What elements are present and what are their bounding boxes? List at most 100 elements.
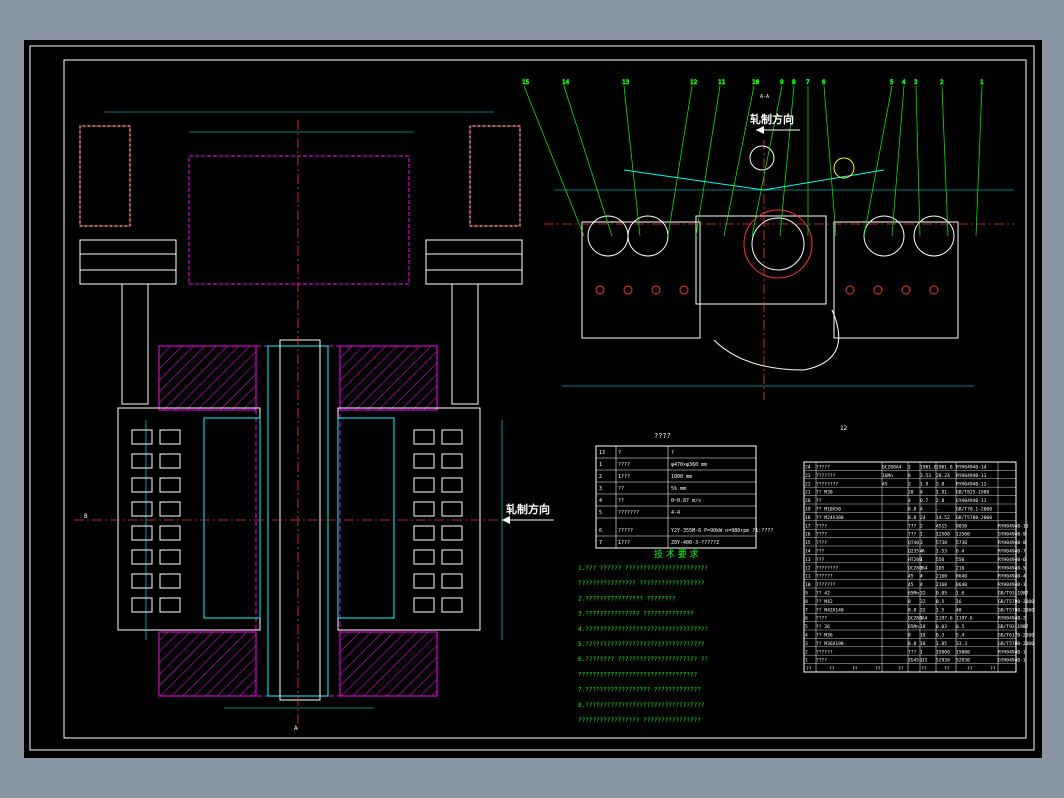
bom-cell: ???? <box>816 523 827 529</box>
roll-disc <box>413 549 435 565</box>
balloon-number: 1 <box>980 79 984 86</box>
left-roll-stack <box>117 407 261 631</box>
bom-cell: 4 <box>920 574 923 580</box>
bom-cell: ?????? <box>816 649 833 655</box>
bom-cell: 17 <box>805 523 811 529</box>
bom-cell: 8.8 <box>908 607 917 613</box>
bom-cell: 14.52 <box>936 515 950 521</box>
bom-cell: RYH04940-12 <box>956 481 987 487</box>
bom-cell: ?? M36X190 <box>816 641 844 647</box>
bom-cell: 1197.6 <box>956 616 973 622</box>
bom-cell: 1.53 <box>936 549 947 555</box>
bom-cell: 1 <box>920 616 923 622</box>
bom-cell: GB/T6170-2000 <box>998 633 1034 639</box>
bom-cell: 15000 <box>936 649 950 655</box>
bill-of-materials-table: 2 4????? QCZ80A4 1 1901.6 1901.6 RYH04940-1 4 2 3… <box>803 461 1034 673</box>
roll-disc <box>159 501 181 517</box>
bom-cell: ?? M42X140 <box>816 607 844 613</box>
bolt-hole <box>929 285 939 295</box>
bom-cell: 12500 <box>956 532 970 538</box>
bom-cell: 5 <box>805 624 808 630</box>
roll-disc <box>413 597 435 613</box>
bom-cell: 5730 <box>936 540 947 546</box>
bom-cell: QCZ80A4 <box>908 565 928 571</box>
bom-cell: ???? <box>816 616 827 622</box>
roll-disc <box>159 549 181 565</box>
balloon-leader-line <box>823 85 837 237</box>
bom-cell: 5730 <box>956 540 967 546</box>
param-table-title: ???? <box>654 432 671 440</box>
hatch-bottom-right <box>339 631 438 697</box>
bom-cell: ??? <box>908 523 917 529</box>
bom-cell: 2160 <box>936 574 947 580</box>
bom-cell: QT40 <box>908 540 919 546</box>
balloon-number: 4 <box>902 79 906 86</box>
tech-req-line: ???????????????? ?????????????????? <box>578 580 705 587</box>
bom-cell: ???? <box>816 540 827 546</box>
bom-cell: 550 <box>956 557 965 563</box>
bom-cell: ?? M10X50 <box>816 507 841 513</box>
bom-header-cell: ?? <box>852 666 858 672</box>
bom-cell: 4 <box>920 490 923 496</box>
bom-cell: QCZ80A4 <box>882 465 902 471</box>
bom-cell: 2160 <box>936 582 947 588</box>
bom-cell: GB/T93-1987 <box>998 591 1029 597</box>
param-cell: φ470×φ360 mm <box>671 462 707 468</box>
bom-cell: 18 <box>920 624 926 630</box>
bom-cell: 22 <box>805 481 811 487</box>
bom-cell: ?? 36 <box>816 624 830 630</box>
bom-cell: 12500 <box>936 532 950 538</box>
assembly-drawing: 15 14 13 12 11 10 9 8 7 6 5 4 3 2 1 13? ?1???? φ470×φ360… <box>29 45 1035 751</box>
bom-cell: 2 <box>908 481 911 487</box>
bom-cell: GB/T5780-2000 <box>998 599 1034 605</box>
bom-cell: 3.53 <box>920 473 931 479</box>
bom-cell: 2 <box>805 649 808 655</box>
param-cell: 5% mm <box>671 486 686 492</box>
bom-header-cell: ?? <box>921 666 927 672</box>
bom-cell: 3 <box>920 540 923 546</box>
roll-disc <box>131 453 153 469</box>
balloon-leader-line <box>723 85 755 237</box>
bom-cell: 33.3 <box>956 641 967 647</box>
bom-cell: GB/T70.1-2000 <box>956 507 992 513</box>
bom-cell: 18 <box>805 515 811 521</box>
roll-disc <box>441 453 463 469</box>
param-cell: 13 <box>599 450 605 456</box>
bom-cell: GB/T5780-2000 <box>956 515 992 521</box>
param-cell: 7 <box>599 540 602 546</box>
bolt-hole <box>595 285 605 295</box>
roll-disc <box>131 597 153 613</box>
hatch-bottom-left <box>158 631 257 697</box>
bom-cell: ?? M36 <box>816 633 833 639</box>
tech-req-line: ????????????????????????????????? <box>578 671 698 678</box>
bom-cell: 16 <box>805 532 811 538</box>
param-cell: ?? <box>618 498 624 504</box>
rolling-direction-label-top: 轧制方向 <box>750 112 794 126</box>
bom-cell: 15 <box>805 540 811 546</box>
bom-cell: 3.8 <box>936 481 945 487</box>
bom-cell: 19 <box>805 507 811 513</box>
balloon-leader-line <box>915 85 921 237</box>
right-top-housing <box>469 125 521 227</box>
bom-cell: ???????? <box>816 565 838 571</box>
param-cell: 4-4 <box>671 510 680 516</box>
balloon-number: 15 <box>522 79 530 86</box>
bom-header-cell: ?? <box>806 666 812 672</box>
bom-cell: 13 <box>805 557 811 563</box>
bom-header-cell: ?? <box>829 666 835 672</box>
right-roll-stack <box>337 407 481 631</box>
param-cell: 0~0.87 m/s <box>671 498 701 504</box>
technical-requirements: 1.??? ?????? ??????????????????????? ???… <box>578 565 708 724</box>
bom-cell: 6.4 <box>956 549 965 555</box>
bom-cell: 1901.6 <box>936 465 953 471</box>
bom-cell: ???????? <box>816 481 838 487</box>
cad-drawing-canvas[interactable]: 15 14 13 12 11 10 9 8 7 6 5 4 3 2 1 13?? 1???? φ470×φ360… <box>24 40 1042 758</box>
bom-cell: 1901.6 <box>920 465 937 471</box>
bom-cell: RYH04940-1 <box>998 649 1026 655</box>
bolt-hole <box>901 285 911 295</box>
balloon-number: 11 <box>718 79 726 86</box>
bom-cell: 14 <box>805 549 811 555</box>
param-cell: 1??? <box>618 540 630 546</box>
param-cell: ???? <box>618 462 630 468</box>
tech-req-line: 7.?????????????????? ????????????? <box>578 687 701 694</box>
